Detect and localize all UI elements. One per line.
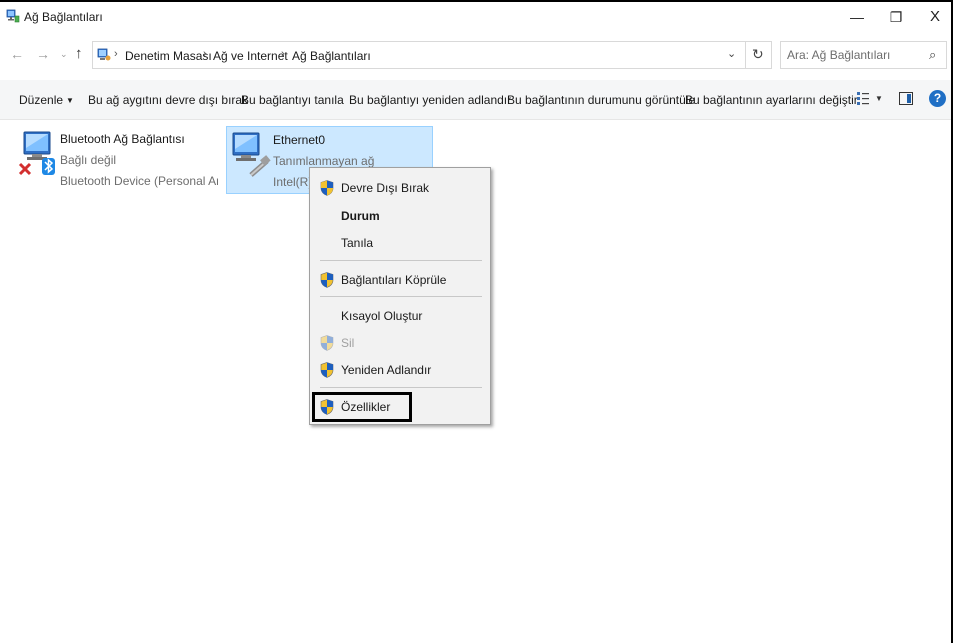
breadcrumb-separator-icon: › xyxy=(114,48,118,60)
recent-locations-chevron-icon[interactable]: ⌄ xyxy=(60,49,68,60)
network-connections-icon xyxy=(6,9,20,23)
breadcrumb-control-panel[interactable]: Denetim Masası xyxy=(125,49,212,63)
menu-item-diagnose[interactable]: Tanıla xyxy=(312,231,488,255)
search-icon[interactable]: ⌕ xyxy=(929,47,936,63)
connection-device: Intel(R) 82574L Gigabit Network Connecti… xyxy=(273,175,309,189)
address-dropdown-chevron-icon[interactable]: ⌄ xyxy=(727,47,736,60)
diagnose-connection-button[interactable]: Bu bağlantıyı tanıla xyxy=(241,93,344,107)
navigation-bar: ← → ⌄ ↑ › Denetim Masası › Ağ ve Interne… xyxy=(0,38,953,74)
rename-connection-button[interactable]: Bu bağlantıyı yeniden adlandır xyxy=(349,93,511,107)
connection-name: Ethernet0 xyxy=(273,133,326,147)
uac-shield-icon xyxy=(320,272,334,288)
menu-item-disable[interactable]: Devre Dışı Bırak xyxy=(312,176,488,200)
forward-arrow-icon[interactable]: → xyxy=(36,46,50,62)
change-settings-button[interactable]: Bu bağlantının ayarlarını değiştir xyxy=(685,93,858,107)
menu-separator xyxy=(320,387,482,388)
address-bar[interactable]: › Denetim Masası › Ağ ve Internet › Ağ B… xyxy=(92,41,772,69)
menu-item-label: Devre Dışı Bırak xyxy=(341,181,430,195)
preview-pane-icon[interactable] xyxy=(899,92,913,105)
menu-item-label: Yeniden Adlandır xyxy=(341,363,432,377)
menu-item-label: Kısayol Oluştur xyxy=(341,309,423,323)
menu-item-label: Tanıla xyxy=(341,236,374,250)
refresh-button[interactable]: ↻ xyxy=(745,42,772,68)
caret-down-icon: ▼ xyxy=(66,96,74,105)
connection-name: Bluetooth Ağ Bağlantısı xyxy=(60,132,185,146)
organize-menu-button[interactable]: Düzenle ▼ xyxy=(19,93,74,107)
disable-device-button[interactable]: Bu ağ aygıtını devre dışı bırak xyxy=(88,93,248,107)
view-status-button[interactable]: Bu bağlantının durumunu görüntüle xyxy=(507,93,695,107)
search-input[interactable] xyxy=(787,47,922,63)
connection-status: Tanımlanmayan ağ xyxy=(273,154,375,168)
up-arrow-icon[interactable]: ↑ xyxy=(75,45,83,62)
maximize-button[interactable]: ❐ xyxy=(877,4,915,30)
breadcrumb-network-connections[interactable]: Ağ Bağlantıları xyxy=(292,49,371,63)
menu-item-label: Bağlantıları Köprüle xyxy=(341,273,447,287)
window-title: Ağ Bağlantıları xyxy=(24,10,103,24)
ethernet-network-icon xyxy=(232,132,271,177)
connection-status: Bağlı değil xyxy=(60,153,117,167)
uac-shield-icon xyxy=(320,180,334,196)
minimize-button[interactable]: — xyxy=(838,4,876,30)
search-box[interactable]: ⌕ xyxy=(780,41,947,69)
breadcrumb-network-internet[interactable]: Ağ ve Internet xyxy=(213,49,288,63)
menu-item-bridge-connections[interactable]: Bağlantıları Köprüle xyxy=(312,268,488,292)
menu-item-delete: Sil xyxy=(312,331,488,355)
view-options-caret-icon[interactable]: ▼ xyxy=(875,94,883,103)
menu-item-label: Sil xyxy=(341,336,355,350)
menu-item-label: Durum xyxy=(341,209,380,223)
context-menu: Devre Dışı Bırak Durum Tanıla Bağlantıla… xyxy=(309,167,491,425)
breadcrumb-separator-icon[interactable]: › xyxy=(281,48,285,60)
menu-item-create-shortcut[interactable]: Kısayol Oluştur xyxy=(312,304,488,328)
close-button[interactable]: X xyxy=(916,4,953,30)
connection-device: Bluetooth Device (Personal Area ... xyxy=(60,174,218,188)
back-arrow-icon[interactable]: ← xyxy=(10,46,24,62)
menu-item-properties[interactable]: Özellikler xyxy=(312,392,488,422)
properties-highlight-outline xyxy=(312,392,412,422)
uac-shield-icon xyxy=(320,335,334,351)
help-icon[interactable]: ? xyxy=(929,90,946,107)
menu-item-rename[interactable]: Yeniden Adlandır xyxy=(312,358,488,382)
control-panel-icon xyxy=(97,48,111,61)
breadcrumb-separator-icon[interactable]: › xyxy=(203,48,207,60)
organize-label: Düzenle xyxy=(19,93,64,107)
connection-item-bluetooth[interactable]: Bluetooth Ağ Bağlantısı Bağlı değil Blue… xyxy=(14,126,219,194)
bluetooth-network-disconnected-icon xyxy=(18,131,55,176)
menu-separator xyxy=(320,296,482,297)
title-bar: Ağ Bağlantıları — ❐ X xyxy=(0,2,953,32)
menu-item-status[interactable]: Durum xyxy=(312,204,488,228)
change-view-icon[interactable] xyxy=(856,91,870,107)
command-bar: Düzenle ▼ Bu ağ aygıtını devre dışı bırak… xyxy=(0,80,953,120)
uac-shield-icon xyxy=(320,362,334,378)
refresh-icon: ↻ xyxy=(752,46,764,62)
menu-separator xyxy=(320,260,482,261)
